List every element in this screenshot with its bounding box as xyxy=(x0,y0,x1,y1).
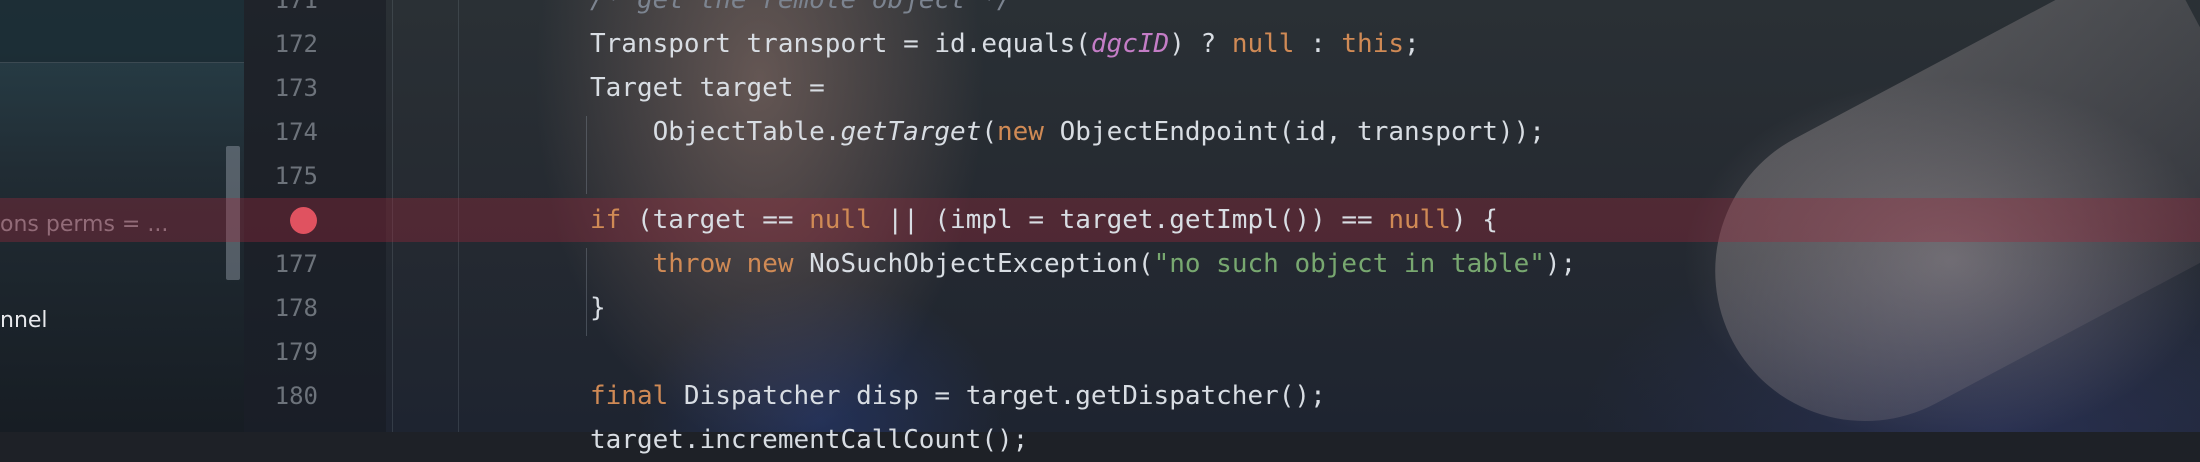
line-number[interactable]: 175 xyxy=(244,154,318,198)
code-line[interactable]: 175 xyxy=(0,154,2200,198)
line-number[interactable]: 171 xyxy=(244,0,318,22)
code-line[interactable]: if (target == null || (impl = target.get… xyxy=(0,198,2200,242)
line-number[interactable]: 179 xyxy=(244,330,318,374)
code-token: ObjectEndpoint(id, transport)); xyxy=(1043,117,1545,147)
code-line[interactable]: 177 throw new NoSuchObjectException("no … xyxy=(0,242,2200,286)
code-token: Transport transport = id.equals( xyxy=(590,29,1091,59)
code-line[interactable]: target.incrementCallCount(); xyxy=(0,418,2200,462)
code-token: } xyxy=(590,293,606,323)
code-line[interactable]: 178} xyxy=(0,286,2200,330)
code-token: ) ? xyxy=(1169,29,1232,59)
code-token: null xyxy=(809,205,872,235)
code-text[interactable]: Target target = xyxy=(590,66,825,110)
code-token: ); xyxy=(1544,249,1577,279)
code-token: this xyxy=(1341,29,1405,59)
code-token: target.incrementCallCount(); xyxy=(590,425,1029,455)
code-line[interactable]: 179 xyxy=(0,330,2200,374)
indent-guide xyxy=(586,116,587,194)
code-token: getTarget xyxy=(840,117,982,147)
breakpoint-icon[interactable] xyxy=(290,207,317,234)
indent-guide xyxy=(586,248,587,336)
code-token: dgcID xyxy=(1090,29,1170,59)
code-token: : xyxy=(1294,29,1342,59)
code-token: Dispatcher disp = target.getDispatcher()… xyxy=(668,381,1326,411)
code-text[interactable]: Transport transport = id.equals(dgcID) ?… xyxy=(590,22,1420,66)
code-token: ) { xyxy=(1450,205,1498,235)
code-token: new xyxy=(746,249,794,279)
code-line[interactable]: 173 Target target = xyxy=(0,66,2200,110)
code-token: final xyxy=(590,381,669,411)
code-line[interactable]: 172 Transport transport = id.equals(dgcID… xyxy=(0,22,2200,66)
line-number[interactable]: 173 xyxy=(244,66,318,110)
code-token: ( xyxy=(981,117,997,147)
line-number[interactable]: 172 xyxy=(244,22,318,66)
code-token: new xyxy=(997,117,1044,147)
code-token: throw xyxy=(652,249,731,279)
code-token: Target target = xyxy=(590,73,825,103)
code-text[interactable]: target.incrementCallCount(); xyxy=(590,418,1028,462)
code-line[interactable]: 174 ObjectTable.getTarget(new ObjectEndp… xyxy=(0,110,2200,154)
code-text[interactable]: throw new NoSuchObjectException("no such… xyxy=(590,242,1577,286)
code-text[interactable]: final Dispatcher disp = target.getDispat… xyxy=(590,374,1326,418)
line-number[interactable]: 174 xyxy=(244,110,318,154)
code-token: if xyxy=(590,205,622,235)
code-line[interactable]: 180 final Dispatcher disp = target.getDis… xyxy=(0,374,2200,418)
code-token: ; xyxy=(1404,29,1420,59)
code-token: ObjectTable. xyxy=(590,117,841,147)
code-token: null xyxy=(1388,205,1451,235)
code-text[interactable]: /* get the remote object */ xyxy=(590,0,1013,22)
code-token: || (impl = target.getImpl()) == xyxy=(871,205,1389,235)
code-line[interactable]: 171 /* get the remote object */ xyxy=(0,0,2200,22)
code-token: /* get the remote object */ xyxy=(590,0,1013,15)
code-token: "no such object in table" xyxy=(1153,249,1545,279)
line-number[interactable]: 177 xyxy=(244,242,318,286)
code-text[interactable]: } xyxy=(590,286,606,330)
code-token: NoSuchObjectException( xyxy=(793,249,1154,279)
code-editor[interactable]: 171 /* get the remote object */ 172 Transpo… xyxy=(0,0,2200,455)
line-number[interactable]: 178 xyxy=(244,286,318,330)
line-number[interactable]: 180 xyxy=(244,374,318,418)
code-token: null xyxy=(1231,29,1295,59)
code-text[interactable]: if (target == null || (impl = target.get… xyxy=(590,198,1498,242)
code-text[interactable]: ObjectTable.getTarget(new ObjectEndpoint… xyxy=(590,110,1545,154)
code-token: (target == xyxy=(621,205,810,235)
